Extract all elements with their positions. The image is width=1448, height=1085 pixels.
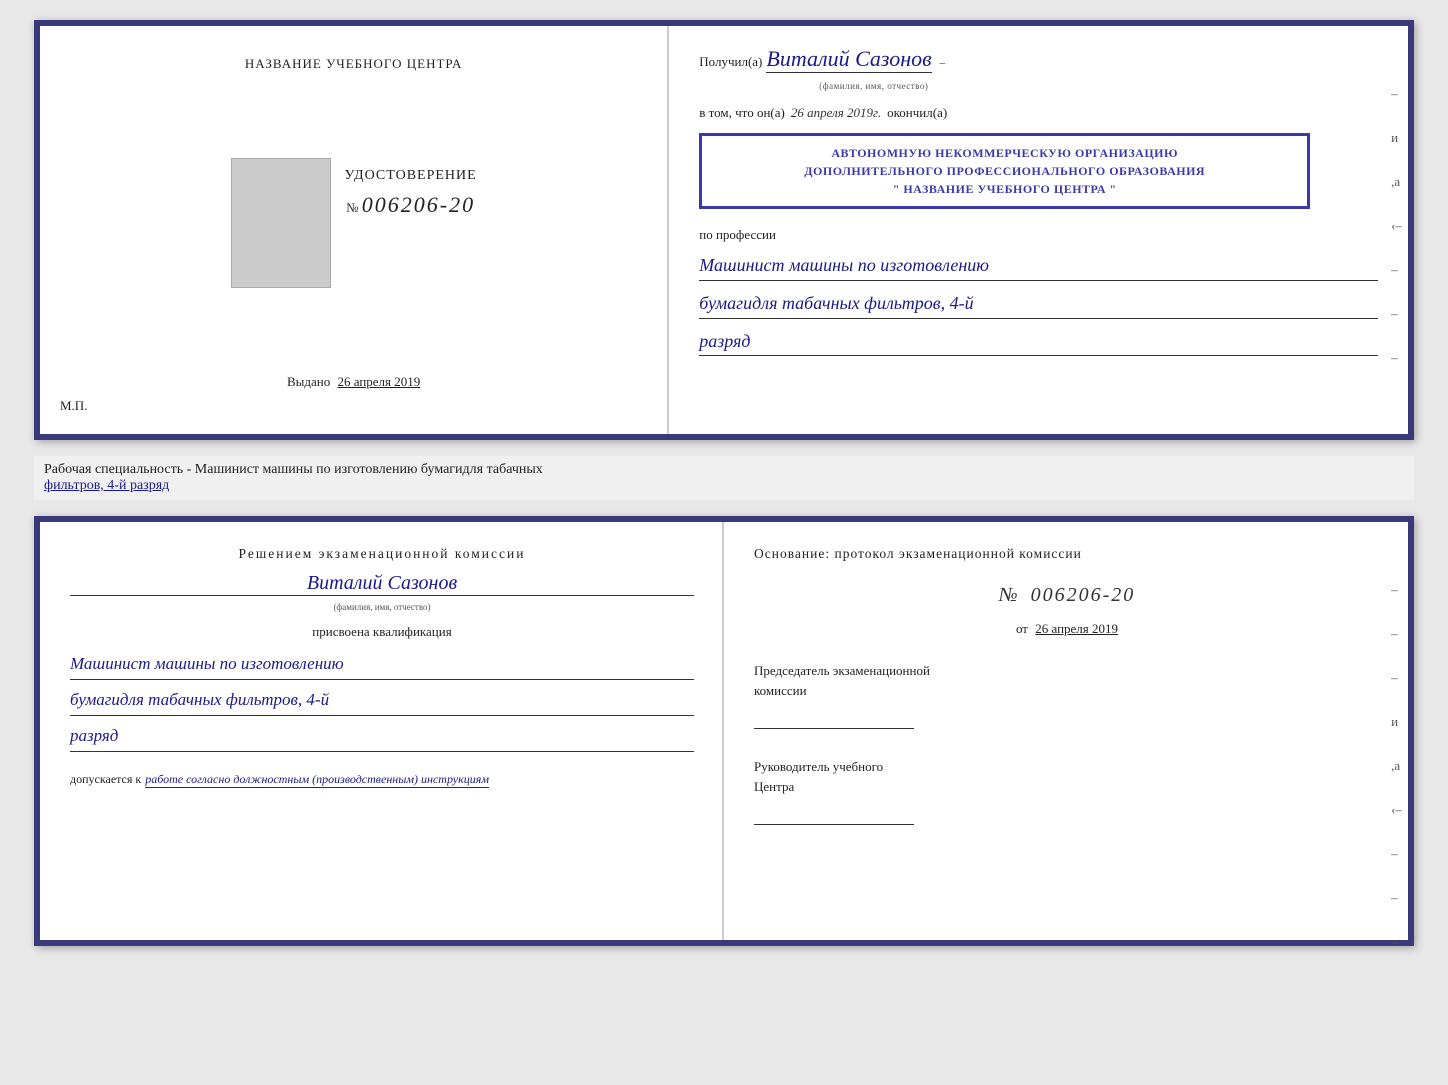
rukovoditel-signature-line [754,824,914,825]
stamp-box: АВТОНОМНУЮ НЕКОММЕРЧЕСКУЮ ОРГАНИЗАЦИЮ ДО… [699,133,1310,209]
resheniyem-title: Решением экзаменационной комиссии [70,546,694,562]
proto-number-value: 006206-20 [1031,584,1136,606]
cert-number: 006206-20 [362,192,475,217]
bottom-cert-right: Основание: протокол экзаменационной коми… [724,522,1408,940]
poluchil-line: Получил(а) Виталий Сазонов – [699,46,1378,73]
profession-line3: разряд [699,327,1378,357]
vtom-date: 26 апреля 2019г. [791,105,881,121]
side-marks-top: – и ,а ‹– – – – [1391,86,1402,366]
middle-text-1: Рабочая специальность - Машинист машины … [44,462,543,477]
rukovoditel-label: Руководитель учебного Центра [754,757,1380,796]
profession-line2: бумагидля табачных фильтров, 4-й [699,289,1378,319]
bottom-profession-line1: Машинист машины по изготовлению [70,650,694,680]
bottom-certificate: Решением экзаменационной комиссии Витали… [34,516,1414,946]
mp-label: М.П. [60,398,87,414]
bottom-profession-line2: бумагидля табачных фильтров, 4-й [70,686,694,716]
number-prefix: № 006206-20 [346,192,475,218]
stamp-line1: АВТОНОМНУЮ НЕКОММЕРЧЕСКУЮ ОРГАНИЗАЦИЮ [716,144,1293,162]
ot-date-value: 26 апреля 2019 [1035,621,1118,636]
cert-middle-section: УДОСТОВЕРЕНИЕ № 006206-20 [231,158,477,288]
ot-date: от 26 апреля 2019 [754,621,1380,637]
vtom-line: в том, что он(а) 26 апреля 2019г. окончи… [699,105,1378,121]
poluchil-name: Виталий Сазонов [766,46,931,73]
stamp-line2: ДОПОЛНИТЕЛЬНОГО ПРОФЕССИОНАЛЬНОГО ОБРАЗО… [716,162,1293,180]
top-cert-left: НАЗВАНИЕ УЧЕБНОГО ЦЕНТРА УДОСТОВЕРЕНИЕ №… [40,26,669,434]
predsedatel-signature-line [754,728,914,729]
middle-text-section: Рабочая специальность - Машинист машины … [34,456,1414,500]
dopuskaetsya-line: допускается к работе согласно должностны… [70,772,694,788]
osnovanie-title: Основание: протокол экзаменационной коми… [754,546,1380,562]
fio-hint-bottom: (фамилия, имя, отчество) [70,602,694,612]
cert-left-bottom: Выдано 26 апреля 2019 М.П. [60,374,647,414]
po-professii-label: по профессии [699,227,1378,243]
bottom-profession-line3: разряд [70,722,694,752]
top-cert-right: Получил(а) Виталий Сазонов – (фамилия, и… [669,26,1408,434]
training-center-title-top: НАЗВАНИЕ УЧЕБНОГО ЦЕНТРА [245,56,462,72]
bottom-name: Виталий Сазонов [70,572,694,596]
top-certificate: НАЗВАНИЕ УЧЕБНОГО ЦЕНТРА УДОСТОВЕРЕНИЕ №… [34,20,1414,440]
predsedatel-label: Председатель экзаменационной комиссии [754,661,1380,700]
middle-text-underlined: фильтров, 4-й разряд [44,478,169,493]
profession-line1: Машинист машины по изготовлению [699,251,1378,281]
side-marks-bottom: – – – и ,а ‹– – – – [1391,582,1402,950]
proto-number: № 006206-20 [754,584,1380,607]
dopuskaetsya-text: работе согласно должностным (производств… [145,772,489,788]
vydano-date: 26 апреля 2019 [337,374,420,389]
photo-placeholder [231,158,331,288]
prisvoena-label: присвоена квалификация [70,624,694,640]
udostoverenie-label: УДОСТОВЕРЕНИЕ [345,168,477,184]
vydano-line: Выдано 26 апреля 2019 [287,374,420,390]
fio-hint-top: (фамилия, имя, отчество) [819,81,1378,91]
bottom-cert-left: Решением экзаменационной комиссии Витали… [40,522,724,940]
stamp-line3: " НАЗВАНИЕ УЧЕБНОГО ЦЕНТРА " [716,180,1293,198]
